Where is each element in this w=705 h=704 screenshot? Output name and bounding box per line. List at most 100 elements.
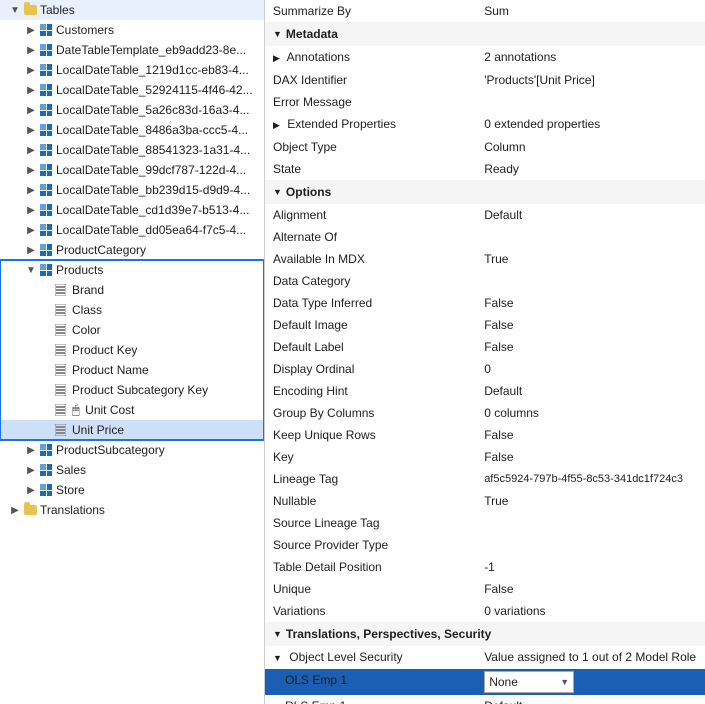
col-productkey[interactable]: ▶ Product Key — [0, 340, 264, 360]
tree-item-dt2[interactable]: ▶ LocalDateTable_1219d1cc-eb83-4... — [0, 60, 264, 80]
sourcelineagetag-row: Source Lineage Tag — [265, 512, 705, 534]
tables-expand-arrow: ▼ — [8, 3, 22, 17]
ols-emp1-value: None ▼ — [476, 669, 705, 695]
groupbycols-value: 0 columns — [476, 402, 705, 424]
productkey-label: Product Key — [72, 343, 137, 357]
products-table-item[interactable]: ▼ Products — [0, 260, 264, 280]
datacategory-label: Data Category — [265, 270, 476, 292]
ols-emp1-dropdown[interactable]: None ▼ — [484, 671, 574, 693]
objecttype-label: Object Type — [265, 136, 476, 158]
dax-row: DAX Identifier 'Products'[Unit Price] — [265, 69, 705, 91]
tree-item-dt5[interactable]: ▶ LocalDateTable_8486a3ba-ccc5-4... — [0, 120, 264, 140]
variations-value: 0 variations — [476, 600, 705, 622]
tabledetailpos-label: Table Detail Position — [265, 556, 476, 578]
state-label: State — [265, 158, 476, 180]
options-header-label: Options — [286, 183, 331, 201]
dt7-label: LocalDateTable_99dcf787-122d-4... — [56, 163, 246, 177]
defaultimage-label: Default Image — [265, 314, 476, 336]
productname-col-icon — [52, 362, 68, 378]
defaultimage-value: False — [476, 314, 705, 336]
annotations-label: ▶ Annotations — [265, 46, 476, 69]
col-unitcost[interactable]: ▶ 🖱 Unit Cost — [0, 400, 264, 420]
translations-item[interactable]: ▶ Translations — [0, 500, 264, 520]
productcategory-icon — [38, 242, 54, 258]
objecttype-row: Object Type Column — [265, 136, 705, 158]
defaultlabel-value: False — [476, 336, 705, 358]
tree-item-dt10[interactable]: ▶ LocalDateTable_dd05ea64-f7c5-4... — [0, 220, 264, 240]
right-panel: Summarize By Sum ▼ Metadata ▶ Annotation… — [265, 0, 705, 704]
dt5-icon — [38, 122, 54, 138]
tree-item-store[interactable]: ▶ Store — [0, 480, 264, 500]
dt9-label: LocalDateTable_cd1d39e7-b513-4... — [56, 203, 249, 217]
extended-expand-icon: ▶ — [273, 120, 280, 130]
dt6-icon — [38, 142, 54, 158]
sales-label: Sales — [56, 463, 86, 477]
tree-item-dt4[interactable]: ▶ LocalDateTable_5a26c83d-16a3-4... — [0, 100, 264, 120]
errormsg-label: Error Message — [265, 91, 476, 113]
extended-props-row: ▶ Extended Properties 0 extended propert… — [265, 113, 705, 136]
ols-emp1-label: OLS Emp 1 — [265, 669, 476, 695]
ols-dropdown-chevron: ▼ — [560, 673, 569, 691]
groupbycols-row: Group By Columns 0 columns — [265, 402, 705, 424]
col-brand[interactable]: ▶ Brand — [0, 280, 264, 300]
datacategory-row: Data Category — [265, 270, 705, 292]
dt10-label: LocalDateTable_dd05ea64-f7c5-4... — [56, 223, 246, 237]
tree-item-sales[interactable]: ▶ Sales — [0, 460, 264, 480]
ols-header-row: ▼ Object Level Security Value assigned t… — [265, 646, 705, 669]
metadata-section-header: ▼ Metadata — [265, 22, 705, 46]
translations-folder-icon — [22, 502, 38, 518]
sourceprovidertype-value — [476, 534, 705, 556]
dt4-expand: ▶ — [24, 103, 38, 117]
tree-item-dt7[interactable]: ▶ LocalDateTable_99dcf787-122d-4... — [0, 160, 264, 180]
translations-section-header: ▼ Translations, Perspectives, Security — [265, 622, 705, 646]
dax-value: 'Products'[Unit Price] — [476, 69, 705, 91]
ols-security-value: Value assigned to 1 out of 2 Model Role — [476, 646, 705, 669]
tree-item-productsubcategory[interactable]: ▶ ProductSubcategory — [0, 440, 264, 460]
state-value: Ready — [476, 158, 705, 180]
dt9-icon — [38, 202, 54, 218]
sourceprovidertype-row: Source Provider Type — [265, 534, 705, 556]
rls-emp1-row[interactable]: RLS Emp 1 Default — [265, 695, 705, 704]
ols-emp1-row[interactable]: OLS Emp 1 None ▼ — [265, 669, 705, 695]
col-class[interactable]: ▶ Class — [0, 300, 264, 320]
class-col-icon — [52, 302, 68, 318]
tree-item-dt9[interactable]: ▶ LocalDateTable_cd1d39e7-b513-4... — [0, 200, 264, 220]
tabledetailpos-row: Table Detail Position -1 — [265, 556, 705, 578]
sourcelineagetag-value — [476, 512, 705, 534]
col-color[interactable]: ▶ Color — [0, 320, 264, 340]
lineagetag-label: Lineage Tag — [265, 468, 476, 490]
key-label: Key — [265, 446, 476, 468]
displayordinal-label: Display Ordinal — [265, 358, 476, 380]
tree-item-productcategory[interactable]: ▶ ProductCategory — [0, 240, 264, 260]
variations-label: Variations — [265, 600, 476, 622]
products-table-icon — [38, 262, 54, 278]
unitprice-col-icon — [52, 422, 68, 438]
datatypeinferred-row: Data Type Inferred False — [265, 292, 705, 314]
productcategory-label: ProductCategory — [56, 243, 146, 257]
sourcelineagetag-label: Source Lineage Tag — [265, 512, 476, 534]
color-col-icon — [52, 322, 68, 338]
dt10-icon — [38, 222, 54, 238]
options-section-header: ▼ Options — [265, 180, 705, 204]
dt5-label: LocalDateTable_8486a3ba-ccc5-4... — [56, 123, 248, 137]
col-productname[interactable]: ▶ Product Name — [0, 360, 264, 380]
tree-item-dt6[interactable]: ▶ LocalDateTable_88541323-1a31-4... — [0, 140, 264, 160]
errormsg-row: Error Message — [265, 91, 705, 113]
dt2-label: LocalDateTable_1219d1cc-eb83-4... — [56, 63, 249, 77]
tree-item-customers[interactable]: ▶ Customers — [0, 20, 264, 40]
col-productsubcategorykey[interactable]: ▶ Product Subcategory Key — [0, 380, 264, 400]
tree-item-dt3[interactable]: ▶ LocalDateTable_52924115-4f46-42... — [0, 80, 264, 100]
left-panel: ▼ Tables ▶ Customers ▶ DateTableTemplate… — [0, 0, 265, 704]
tree-item-dt1[interactable]: ▶ DateTableTemplate_eb9add23-8e... — [0, 40, 264, 60]
properties-table: Summarize By Sum ▼ Metadata ▶ Annotation… — [265, 0, 705, 704]
tables-folder-icon — [22, 2, 38, 18]
col-unitprice[interactable]: ▶ Unit Price — [0, 420, 264, 440]
dt9-expand: ▶ — [24, 203, 38, 217]
tabledetailpos-value: -1 — [476, 556, 705, 578]
nullable-value: True — [476, 490, 705, 512]
dt8-expand: ▶ — [24, 183, 38, 197]
tree-item-dt8[interactable]: ▶ LocalDateTable_bb239d15-d9d9-4... — [0, 180, 264, 200]
tables-header[interactable]: ▼ Tables — [0, 0, 264, 20]
nullable-row: Nullable True — [265, 490, 705, 512]
dt4-label: LocalDateTable_5a26c83d-16a3-4... — [56, 103, 249, 117]
